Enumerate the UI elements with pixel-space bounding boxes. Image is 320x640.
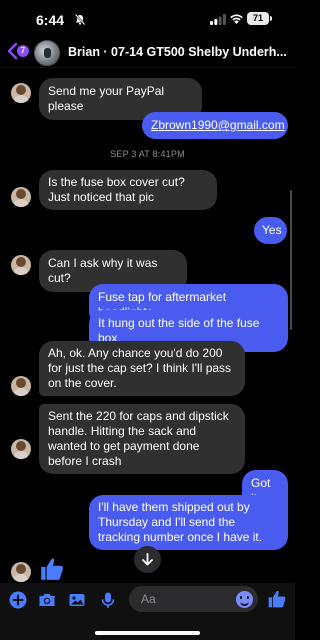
- wifi-icon: [230, 14, 243, 24]
- battery-tip: [270, 16, 272, 21]
- sender-avatar[interactable]: [11, 562, 31, 582]
- incoming-message[interactable]: Sent the 220 for caps and dipstick handl…: [39, 404, 245, 474]
- sender-avatar[interactable]: [11, 83, 31, 103]
- cellular-signal-icon: [210, 14, 226, 25]
- sender-avatar[interactable]: [11, 376, 31, 396]
- thumbs-up-icon[interactable]: [39, 556, 65, 582]
- thumbs-up-send-icon[interactable]: [267, 589, 287, 609]
- unread-count-badge: 7: [17, 45, 29, 57]
- arrow-down-icon: [142, 553, 153, 566]
- sender-avatar[interactable]: [11, 439, 31, 459]
- status-time: 6:44: [36, 12, 65, 28]
- scrollbar[interactable]: [290, 190, 292, 330]
- microphone-icon[interactable]: [99, 591, 117, 609]
- sender-avatar[interactable]: [11, 255, 31, 275]
- conversation-title[interactable]: Brian · 07-14 GT500 Shelby Underh...: [68, 45, 290, 59]
- image-icon[interactable]: [68, 591, 86, 609]
- emoji-icon[interactable]: [236, 591, 253, 608]
- camera-icon[interactable]: [38, 591, 56, 609]
- home-indicator: [95, 631, 200, 635]
- outgoing-message[interactable]: Yes: [254, 217, 287, 244]
- header-divider: [0, 67, 295, 68]
- incoming-message[interactable]: Is the fuse box cover cut? Just noticed …: [39, 170, 217, 210]
- outgoing-message-email-link[interactable]: Zbrown1990@gmail.com: [142, 112, 288, 139]
- message-timestamp: SEP 3 AT 8:41PM: [110, 149, 185, 159]
- outgoing-message[interactable]: I'll have them shipped out by Thursday a…: [89, 495, 288, 550]
- battery-indicator: 71: [247, 12, 269, 25]
- incoming-message[interactable]: Ah, ok. Any chance you'd do 200 for just…: [39, 341, 245, 396]
- mute-bell-icon: [75, 14, 85, 25]
- group-avatar[interactable]: [34, 40, 60, 66]
- plus-icon[interactable]: [9, 591, 27, 609]
- scroll-to-bottom-button[interactable]: [134, 546, 161, 573]
- sender-avatar[interactable]: [11, 187, 31, 207]
- status-bar: 6:44 71: [0, 0, 295, 36]
- conversation-header: 7 Brian · 07-14 GT500 Shelby Underh...: [0, 36, 295, 68]
